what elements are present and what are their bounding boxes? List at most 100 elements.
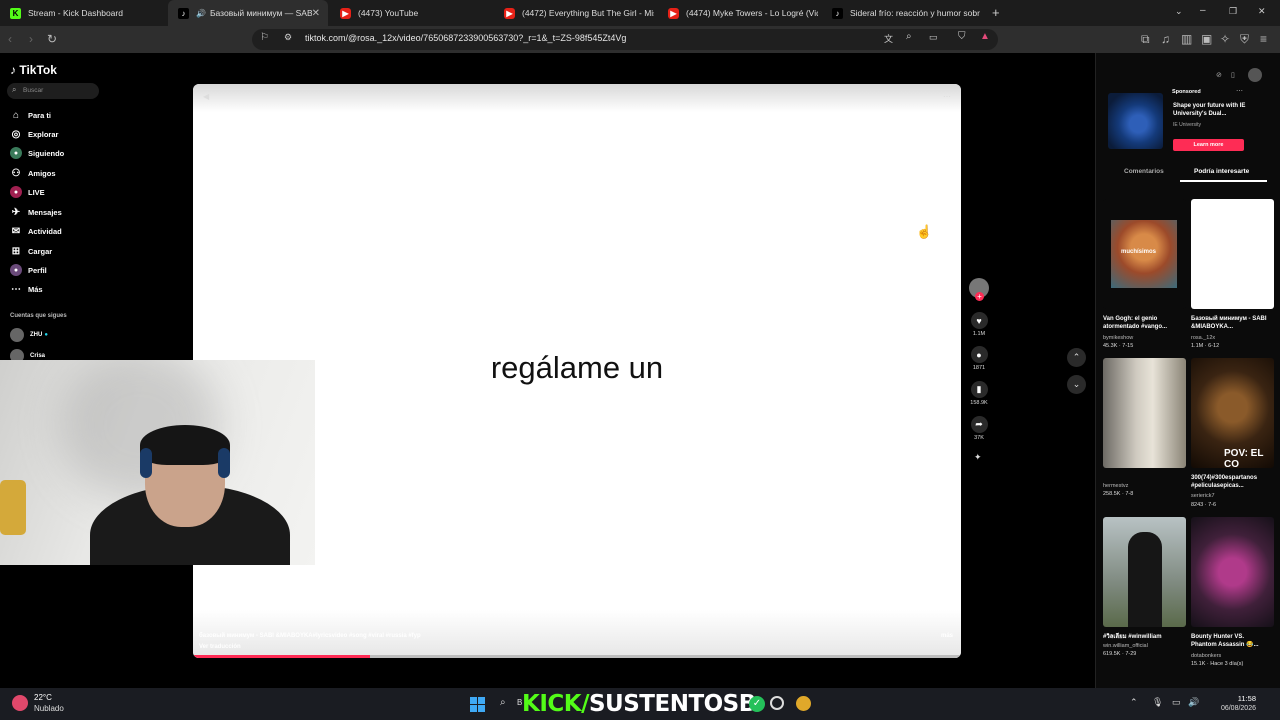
nav-para-ti[interactable]: ⌂ Para ti [10,108,51,122]
speaker-icon[interactable]: 🔊 [196,9,206,18]
tab-list-icon[interactable]: ⌄ [1175,6,1183,17]
weather-temperature[interactable]: 22°C [34,693,52,702]
forward-icon[interactable]: › [29,30,33,48]
weather-condition[interactable]: Nublado [34,704,64,713]
effects-icon[interactable]: ✦ [974,452,982,463]
sidebar-icon[interactable]: ▥ [1181,30,1192,48]
tab-tiktok-active[interactable]: ♪ 🔊 Базовый минимум — SABI & ✕ [168,0,328,26]
shield-icon[interactable]: ⛉ [958,31,966,42]
leo-icon[interactable]: ✧ [1220,30,1230,48]
next-video-button[interactable]: ⌄ [1067,375,1086,394]
video-user[interactable]: serierick7 [1191,493,1215,499]
ad-options-icon[interactable]: ⋯ [1236,87,1243,95]
address-bar[interactable]: ⚐ ⚙ tiktok.com/@rosa._12x/video/76506872… [252,29,998,50]
video-thumbnail[interactable] [1191,517,1274,627]
weather-icon[interactable] [12,695,28,711]
chevron-up-icon[interactable]: ⌃ [1130,697,1138,708]
video-thumbnail[interactable] [1191,199,1274,309]
nav-label: Perfil [28,265,47,275]
search-input[interactable]: ⌕ Buscar [7,83,99,99]
microphone-icon[interactable]: 🎙 [1152,697,1163,708]
wallet-icon[interactable]: ▣ [1201,30,1212,48]
minimize-icon[interactable]: – [1200,5,1206,16]
nav-live[interactable]: ● LIVE [10,185,45,199]
network-icon[interactable]: ▭ [1172,697,1181,708]
nav-mensajes[interactable]: ✈ Mensajes [10,205,62,219]
media-icon[interactable]: ♫ [1161,30,1170,48]
inbox-icon[interactable]: ▯ [1231,71,1235,79]
cast-icon[interactable]: ▭ [929,32,938,43]
close-window-icon[interactable]: ✕ [1258,6,1266,17]
nav-mas[interactable]: ⋯ Más [10,282,43,296]
ad-image[interactable] [1108,93,1163,149]
video-title[interactable]: Базовый минимум - SABI &MIABOYKA... [1191,315,1271,331]
options-icon[interactable]: ⋯ [943,92,951,101]
url-text[interactable]: tiktok.com/@rosa._12x/video/765068723390… [305,33,626,43]
video-user[interactable]: rosa._12x [1191,335,1215,341]
translate-icon[interactable]: 文 [884,32,893,45]
video-thumbnail[interactable] [1103,358,1186,468]
more-link[interactable]: más [941,633,953,639]
translate-link[interactable]: Ver traducción [199,644,241,650]
video-user[interactable]: bymikeshow [1103,335,1133,341]
chrome-icon[interactable] [796,696,811,711]
new-tab-button[interactable]: + [992,5,1000,20]
reload-icon[interactable]: ↻ [47,30,57,48]
tab-tiktok-sideral[interactable]: ♪ Sideral frío: reacción y humor sobre l [822,0,982,26]
kick-icon: K [10,7,21,19]
following-account[interactable]: ZHU ● [10,328,48,342]
menu-icon[interactable]: ≡ [1260,30,1267,48]
vpn-icon[interactable]: ⛨ [1240,30,1249,48]
like-button[interactable]: ♥ 1.1M [969,312,989,337]
steam-icon[interactable] [770,696,784,710]
search-icon[interactable]: ⌕ [500,697,506,708]
nav-siguiendo[interactable]: ● Siguiendo [10,146,64,160]
tab-youtube[interactable]: ▶ (4473) YouTube [330,0,492,26]
tab-kick-dashboard[interactable]: K Stream - Kick Dashboard [0,0,168,26]
video-title[interactable]: Van Gogh: el genio atormentado #vango... [1103,315,1183,331]
ad-learn-more-button[interactable]: Learn more [1173,139,1244,151]
video-title[interactable]: 300(74)#300espartanos #peliculasepicas..… [1191,474,1271,490]
nav-cargar[interactable]: ⊞ Cargar [10,244,52,258]
coin-icon[interactable]: ⊘ [1216,71,1222,79]
share-count: 37K [974,435,984,441]
comment-button[interactable]: ● 1871 [969,346,989,371]
video-user[interactable]: hermestvz [1103,483,1128,489]
volume-icon[interactable]: ◀ [203,92,209,101]
tiktok-logo[interactable]: ♪ TikTok [10,63,57,77]
video-user[interactable]: dotabonkers [1191,653,1221,659]
maximize-icon[interactable]: ❐ [1229,6,1237,17]
rewards-icon[interactable]: ▲ [980,31,990,42]
extensions-icon[interactable]: ⧉ [1141,30,1150,48]
tab-youtube-myke[interactable]: ▶ (4474) Myke Towers - Lo Logré (Vide [658,0,820,26]
video-thumbnail[interactable]: muchísimos [1103,199,1186,309]
video-user[interactable]: win.william_official [1103,643,1148,649]
zoom-icon[interactable]: ⌕ [906,31,912,42]
tab-comments[interactable]: Comentarios [1124,168,1164,175]
volume-icon[interactable]: 🔊 [1188,697,1199,708]
bookmark-page-icon[interactable]: ⚐ [260,32,269,43]
follow-plus-icon[interactable]: + [975,292,984,301]
video-thumbnail[interactable]: POV: EL CO [1191,358,1274,468]
share-button[interactable]: ➦ 37K [969,416,989,441]
video-title[interactable]: #วิลเลียม #winwilliam [1103,633,1183,641]
nav-actividad[interactable]: ✉ Actividad [10,224,62,238]
nav-amigos[interactable]: ⚇ Amigos [10,166,56,180]
start-button[interactable] [470,697,485,712]
previous-video-button[interactable]: ⌃ [1067,348,1086,367]
check-icon[interactable]: ✓ [749,696,765,712]
bookmark-button[interactable]: ▮ 158.9K [969,381,989,406]
close-tab-icon[interactable]: ✕ [312,8,320,19]
tab-youtube-ebtg[interactable]: ▶ (4472) Everything But The Girl - Miss [494,0,656,26]
video-title[interactable]: Bounty Hunter VS. Phantom Assassin 😂... [1191,633,1271,649]
tab-podria-interesarte[interactable]: Podría interesarte [1194,168,1249,175]
back-icon[interactable]: ‹ [8,30,12,48]
nav-explorar[interactable]: ◎ Explorar [10,127,59,141]
user-avatar[interactable] [1248,68,1262,82]
clock-date[interactable]: 06/08/2026 [1221,705,1256,712]
clock-time[interactable]: 11:58 [1238,694,1256,703]
nav-perfil[interactable]: ● Perfil [10,263,47,277]
site-info-icon[interactable]: ⚙ [284,32,292,43]
progress-bar[interactable] [193,655,961,658]
video-thumbnail[interactable] [1103,517,1186,627]
